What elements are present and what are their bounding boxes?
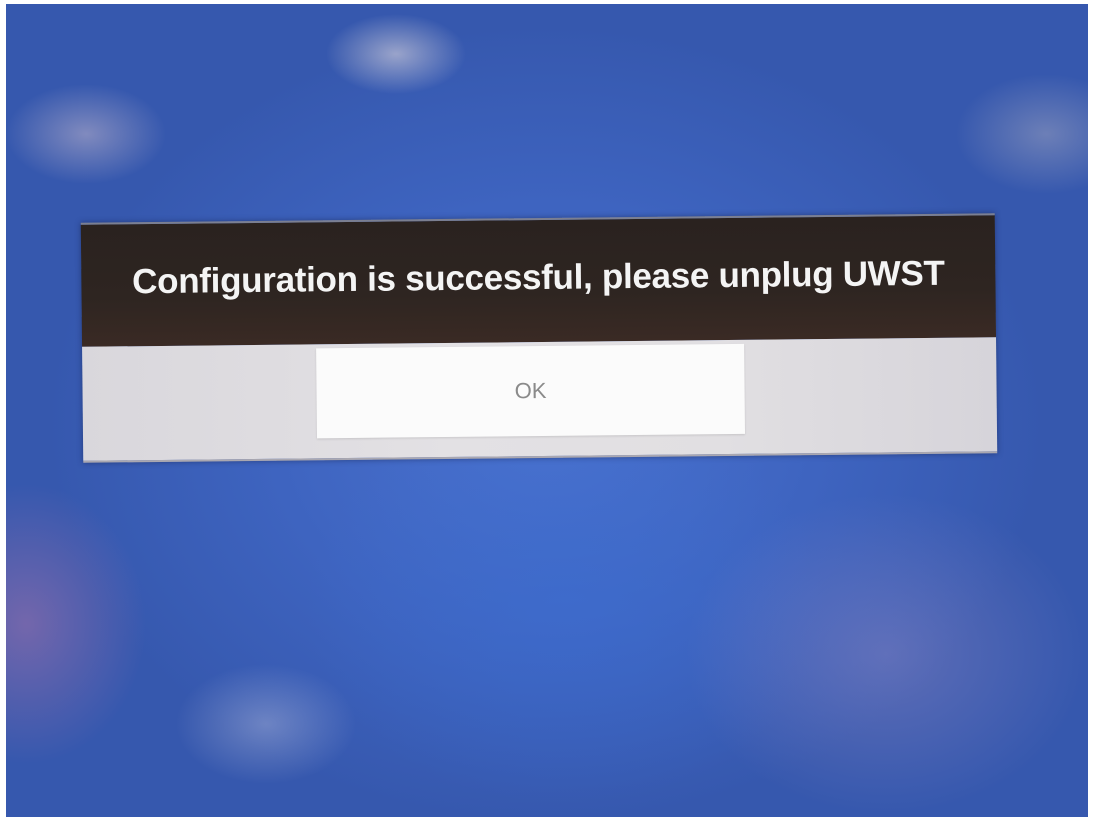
dialog-button-bar: OK (82, 337, 998, 463)
dialog-message: Configuration is successful, please unpl… (131, 253, 945, 302)
ok-button[interactable]: OK (316, 343, 746, 439)
confirmation-dialog: Configuration is successful, please unpl… (80, 213, 998, 463)
dialog-header: Configuration is successful, please unpl… (80, 213, 997, 347)
screen-background: Configuration is successful, please unpl… (6, 4, 1088, 817)
